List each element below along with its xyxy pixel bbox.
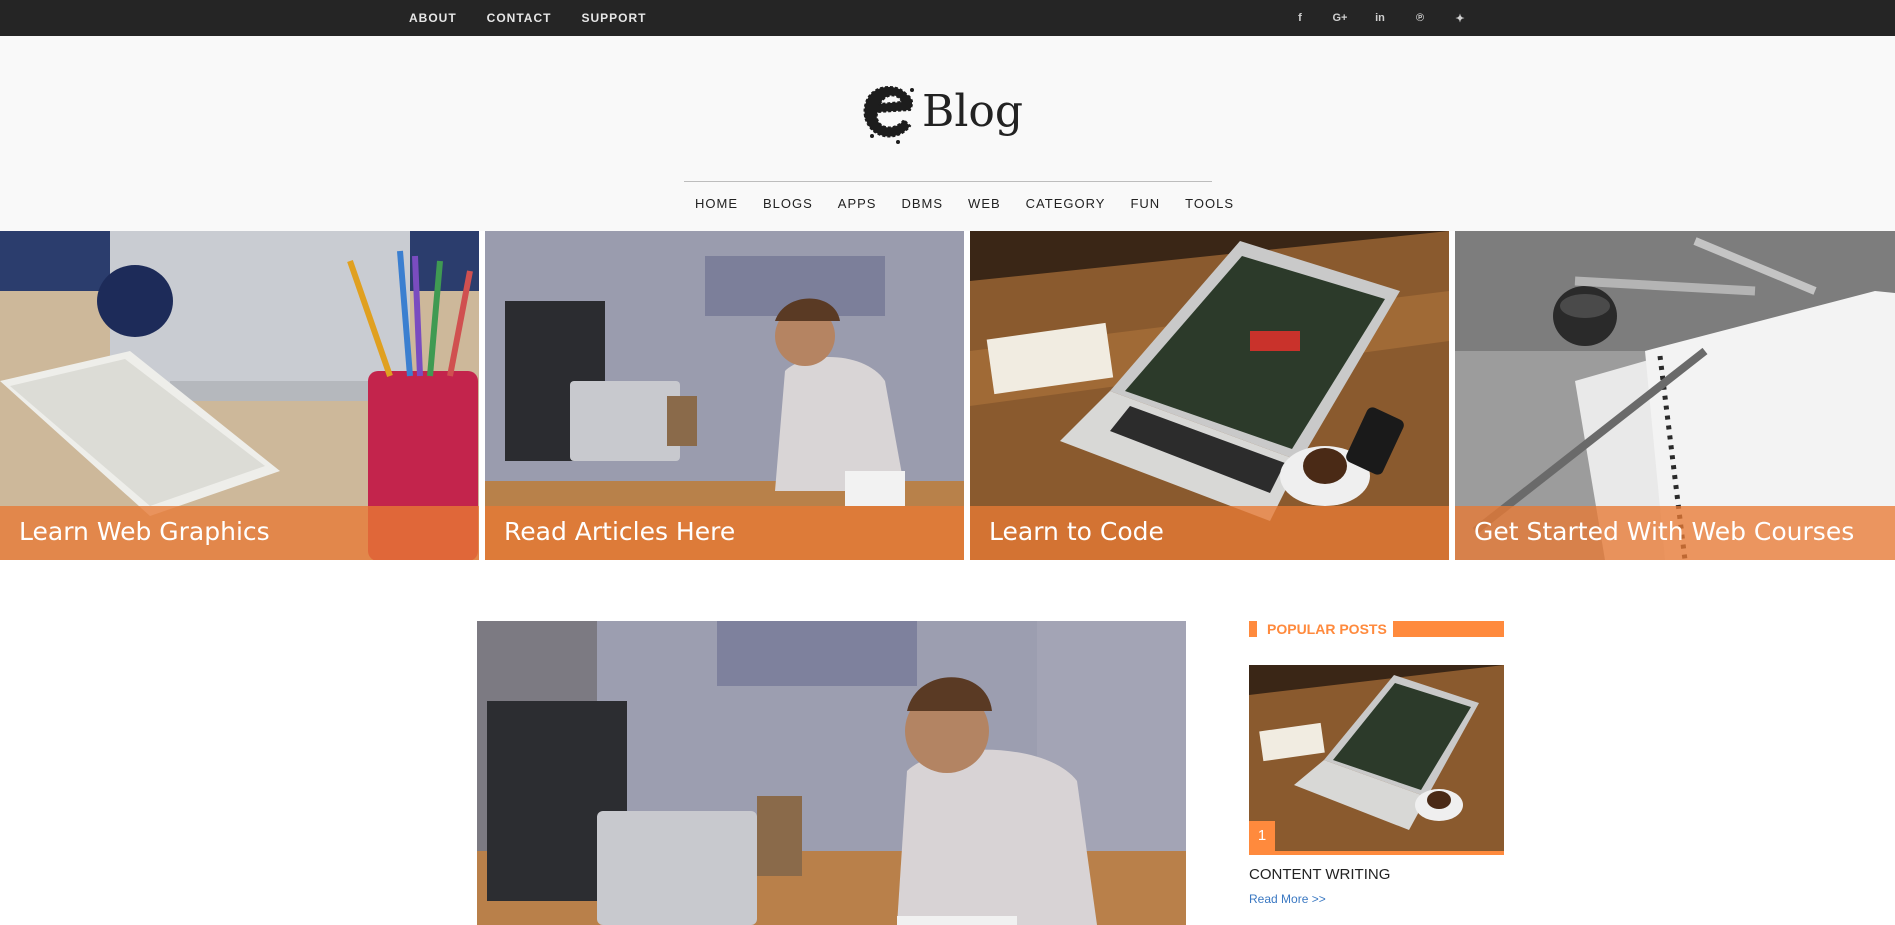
top-link-support[interactable]: SUPPORT	[581, 11, 646, 25]
popular-post-title[interactable]: CONTENT WRITING	[1249, 866, 1390, 883]
slide-caption-text: Learn Web Graphics	[19, 517, 270, 546]
nav-home[interactable]: HOME	[695, 196, 738, 211]
google-plus-icon[interactable]: G+	[1320, 12, 1360, 24]
nav-blogs[interactable]: BLOGS	[763, 196, 813, 211]
logo-e-icon	[863, 86, 914, 144]
post-rank-badge: 1	[1249, 821, 1275, 851]
nav-fun[interactable]: FUN	[1130, 196, 1160, 211]
post-accent-bar	[1249, 851, 1504, 855]
popular-posts-title: POPULAR POSTS	[1267, 621, 1387, 637]
header-divider	[684, 181, 1212, 182]
popular-posts-heading: POPULAR POSTS	[1249, 620, 1504, 638]
nav-apps[interactable]: APPS	[838, 196, 877, 211]
nav-web[interactable]: WEB	[968, 196, 1001, 211]
nav-category[interactable]: CATEGORY	[1026, 196, 1106, 211]
popular-post-thumbnail[interactable]: 1	[1249, 665, 1504, 855]
man-working-laptop-large-image	[477, 621, 1186, 925]
facebook-icon[interactable]: f	[1280, 12, 1320, 24]
site-header: Blog HOME BLOGS APPS DBMS WEB CATEGORY F…	[0, 36, 1895, 231]
laptop-table-thumb-image	[1249, 665, 1504, 851]
featured-post-image[interactable]	[477, 621, 1186, 925]
twitter-icon[interactable]: ✦	[1440, 12, 1480, 25]
sidebar: POPULAR POSTS 1 CONTENT WRITING Read Mor…	[1249, 620, 1504, 906]
heading-accent-left	[1249, 621, 1257, 637]
heading-accent-right	[1393, 621, 1504, 637]
slide-read-articles[interactable]: Read Articles Here	[485, 231, 964, 560]
top-link-contact[interactable]: CONTACT	[487, 11, 552, 25]
slide-learn-web-graphics[interactable]: Learn Web Graphics	[0, 231, 479, 560]
slide-caption: Read Articles Here	[485, 506, 964, 560]
slide-caption: Get Started With Web Courses	[1455, 506, 1895, 560]
main-nav: HOME BLOGS APPS DBMS WEB CATEGORY FUN TO…	[0, 196, 1895, 211]
slide-caption-text: Learn to Code	[989, 517, 1164, 546]
nav-tools[interactable]: TOOLS	[1185, 196, 1234, 211]
top-bar: ABOUT CONTACT SUPPORT f G+ in ℗ ✦	[0, 0, 1895, 36]
top-links: ABOUT CONTACT SUPPORT	[409, 0, 646, 36]
social-links: f G+ in ℗ ✦	[1280, 0, 1480, 36]
read-more-link[interactable]: Read More >>	[1249, 892, 1326, 906]
slide-caption-text: Read Articles Here	[504, 517, 736, 546]
slide-caption-text: Get Started With Web Courses	[1474, 517, 1855, 546]
slide-web-courses[interactable]: Get Started With Web Courses	[1455, 231, 1895, 560]
slide-learn-to-code[interactable]: Learn to Code	[970, 231, 1449, 560]
featured-slider: Learn Web Graphics Read Articles Here Le…	[0, 231, 1895, 560]
linkedin-icon[interactable]: in	[1360, 12, 1400, 24]
nav-dbms[interactable]: DBMS	[901, 196, 943, 211]
slide-caption: Learn Web Graphics	[0, 506, 479, 560]
slide-caption: Learn to Code	[970, 506, 1449, 560]
pinterest-icon[interactable]: ℗	[1400, 12, 1440, 24]
top-link-about[interactable]: ABOUT	[409, 11, 457, 25]
site-logo[interactable]: Blog	[858, 76, 1023, 146]
logo-text: Blog	[922, 86, 1024, 137]
